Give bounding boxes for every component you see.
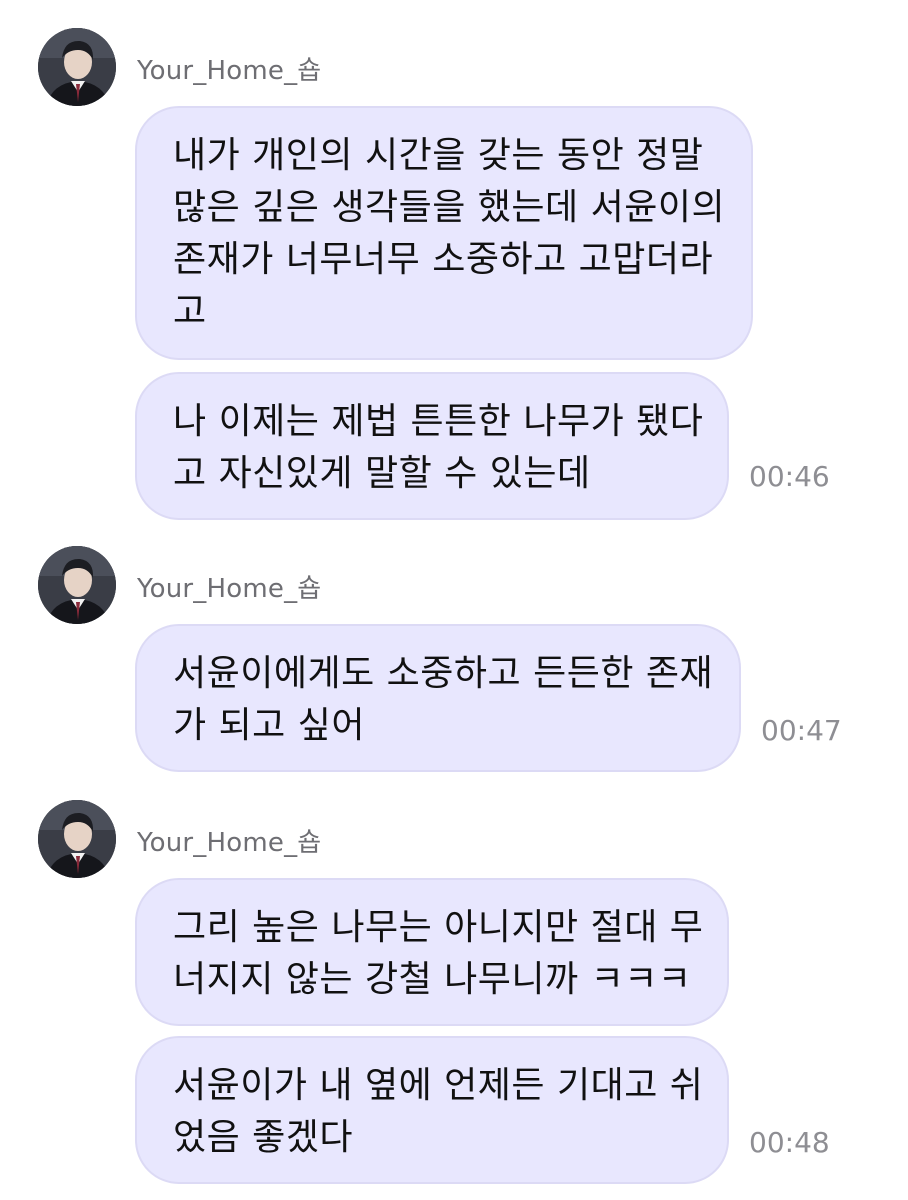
message-bubble[interactable]: 나 이제는 제법 튼튼한 나무가 됐다 고 자신있게 말할 수 있는데 [135,372,729,520]
message-text: 내가 개인의 시간을 갖는 동안 정말 [173,135,704,176]
message-bubble[interactable]: 내가 개인의 시간을 갖는 동안 정말 많은 깊은 생각들을 했는데 서윤이의 … [135,106,753,360]
avatar[interactable] [38,28,116,106]
sender-name: Your_Home_숍 [137,828,322,858]
message-text: 그리 높은 나무는 아니지만 절대 무 [173,907,704,948]
timestamp: 00:48 [749,1126,830,1159]
message-text: 고 [173,291,207,332]
sender-name: Your_Home_숍 [137,574,322,604]
avatar[interactable] [38,546,116,624]
message-text: 가 되고 싶어 [173,705,365,746]
profile-photo-icon [38,546,116,624]
message-text: 었음 좋겠다 [173,1117,354,1158]
message-bubble[interactable]: 서윤이에게도 소중하고 든든한 존재 가 되고 싶어 [135,624,741,772]
message-text: 나 이제는 제법 튼튼한 나무가 됐다 [173,401,704,442]
message-text: 서윤이가 내 옆에 언제든 기대고 쉬 [173,1065,704,1106]
profile-photo-icon [38,28,116,106]
message-text: 서윤이에게도 소중하고 든든한 존재 [173,653,714,694]
message-text: 너지지 않는 강철 나무니까 ㅋㅋㅋ [173,959,692,1000]
message-bubble[interactable]: 그리 높은 나무는 아니지만 절대 무 너지지 않는 강철 나무니까 ㅋㅋㅋ [135,878,729,1026]
message-bubble[interactable]: 서윤이가 내 옆에 언제든 기대고 쉬 었음 좋겠다 [135,1036,729,1184]
timestamp: 00:46 [749,460,830,493]
message-text: 많은 깊은 생각들을 했는데 서윤이의 [173,187,726,228]
sender-name: Your_Home_숍 [137,56,322,86]
profile-photo-icon [38,800,116,878]
message-text: 존재가 너무너무 소중하고 고맙더라 [173,239,714,280]
avatar[interactable] [38,800,116,878]
timestamp: 00:47 [761,714,842,747]
message-text: 고 자신있게 말할 수 있는데 [173,453,591,494]
